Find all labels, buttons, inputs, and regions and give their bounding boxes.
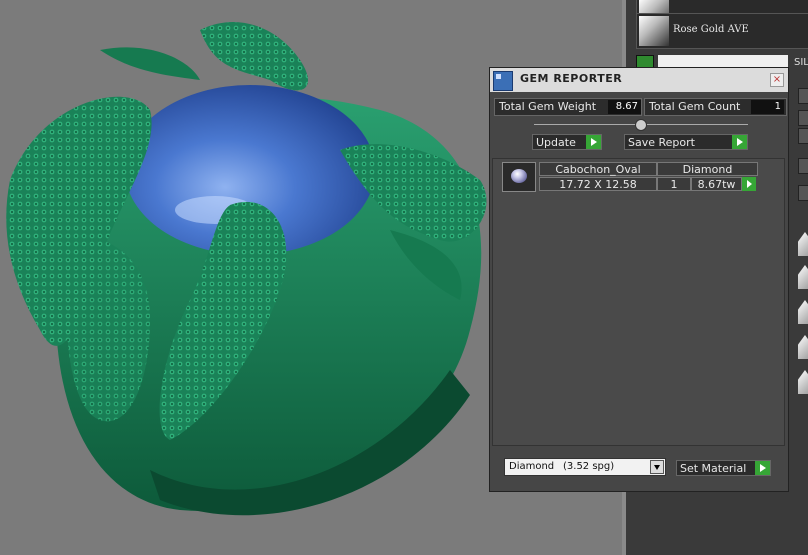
panel-tab[interactable] — [798, 110, 808, 126]
total-gem-weight: Total Gem Weight 8.67 — [494, 98, 642, 116]
update-button-label: Update — [536, 136, 576, 149]
total-gem-count: Total Gem Count 1 — [644, 98, 787, 116]
panel-tab[interactable] — [798, 128, 808, 144]
save-report-button-label: Save Report — [628, 136, 695, 149]
total-gem-count-value: 1 — [751, 100, 784, 114]
panel-tab[interactable] — [798, 88, 808, 104]
total-gem-weight-label: Total Gem Weight — [499, 100, 597, 113]
total-gem-count-label: Total Gem Count — [649, 100, 741, 113]
gem-reporter-dialog: GEM REPORTER × Total Gem Weight 8.67 Tot… — [489, 67, 789, 492]
dialog-titlebar[interactable]: GEM REPORTER × — [490, 68, 788, 92]
material-label: SILV — [794, 57, 808, 68]
close-icon[interactable]: × — [770, 73, 784, 87]
gem-shape-icon[interactable] — [798, 265, 808, 289]
panel-tab[interactable] — [798, 158, 808, 174]
oval-gem-icon — [502, 162, 536, 192]
gem-shape-icon[interactable] — [798, 335, 808, 359]
gem-shape-icon[interactable] — [798, 232, 808, 256]
update-button[interactable]: Update — [532, 134, 602, 150]
gem-shape-icon[interactable] — [798, 300, 808, 324]
material-label: Rose Gold AVE — [673, 24, 749, 35]
gem-weight: 8.67tw — [691, 177, 742, 191]
gem-count: 1 — [657, 177, 691, 191]
dialog-title: GEM REPORTER — [520, 72, 623, 85]
material-select-spg: (3.52 spg) — [563, 461, 615, 472]
fish-top — [200, 21, 309, 91]
total-gem-weight-value: 8.67 — [608, 100, 641, 114]
material-select[interactable]: Diamond (3.52 spg) — [504, 458, 666, 476]
set-material-button[interactable]: Set Material — [676, 460, 771, 476]
gem-dimensions: 17.72 X 12.58 — [539, 177, 657, 191]
gem-list: Cabochon_Oval Diamond 17.72 X 12.58 1 8.… — [492, 158, 785, 446]
gem-shape-icon[interactable] — [798, 370, 808, 394]
material-item-rose-gold[interactable]: Rose Gold AVE — [636, 13, 808, 49]
play-arrow-icon — [732, 135, 747, 149]
set-material-button-label: Set Material — [680, 462, 747, 475]
gem-cut: Cabochon_Oval — [539, 162, 657, 176]
play-arrow-icon — [586, 135, 601, 149]
gem-material: Diamond — [657, 162, 758, 176]
material-swatch-icon — [639, 16, 669, 46]
material-select-name: Diamond — [509, 461, 555, 472]
gem-row-arrow-icon[interactable] — [742, 177, 756, 191]
panel-tab[interactable] — [798, 185, 808, 201]
slider-handle[interactable] — [635, 119, 647, 131]
save-report-button[interactable]: Save Report — [624, 134, 748, 150]
gem-reporter-icon — [493, 71, 513, 91]
play-arrow-icon — [755, 461, 770, 475]
chevron-down-icon[interactable] — [650, 460, 664, 474]
